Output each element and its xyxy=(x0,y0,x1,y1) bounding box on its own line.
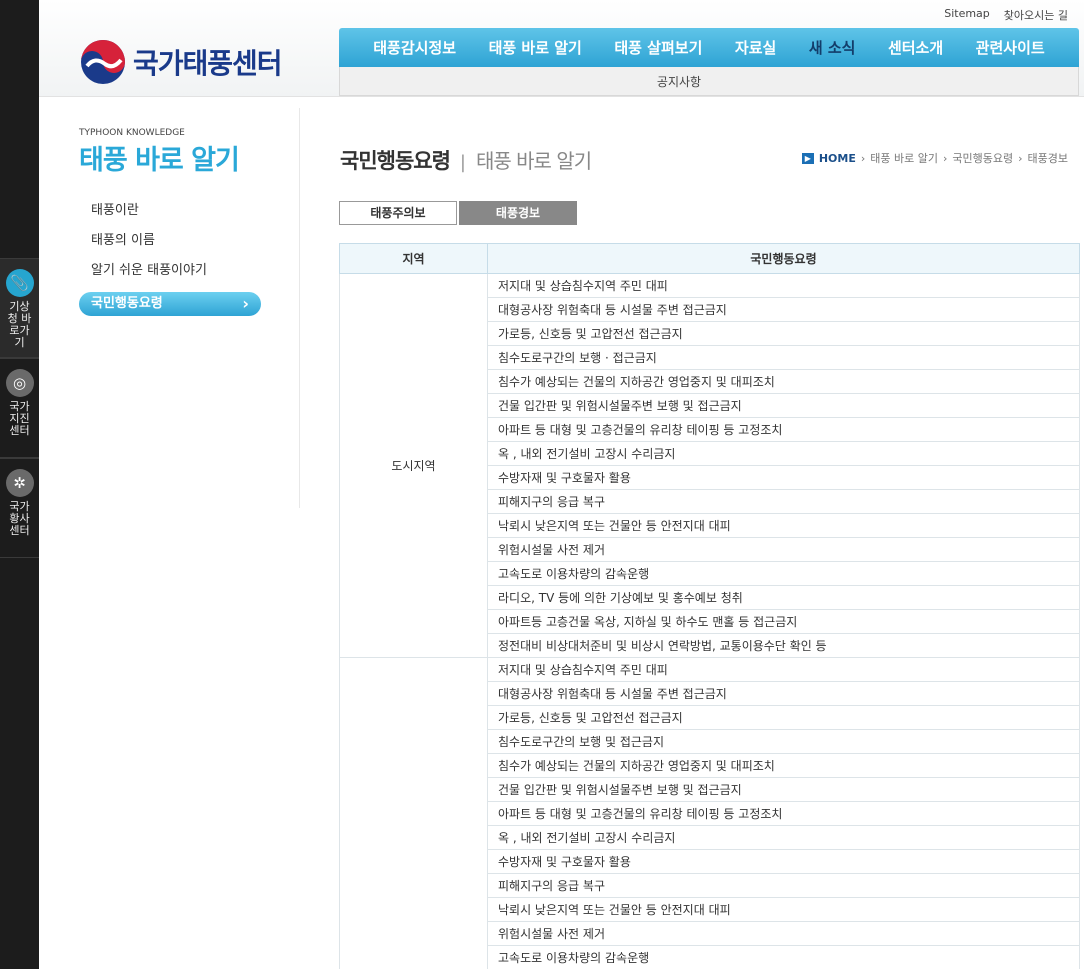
action-cell: 고속도로 이용차량의 감속운행 xyxy=(487,561,1080,586)
main-navigation: 태풍감시정보 태풍 바로 알기 태풍 살펴보기 자료실 새 소식 센터소개 관련사이트 xyxy=(339,28,1079,67)
chevron-right-icon: › xyxy=(942,151,948,165)
action-cell: 고속도로 이용차량의 감속운행 xyxy=(487,945,1080,969)
home-icon: ▶ xyxy=(801,152,814,164)
action-cell: 피해지구의 응급 복구 xyxy=(487,873,1080,898)
sidebar-item-2[interactable]: 알기 쉬운 태풍이야기 xyxy=(79,260,261,290)
sidebar-item-0[interactable]: 태풍이란 xyxy=(79,200,261,230)
action-cell: 건물 입간판 및 위험시설물주변 보행 및 접근금지 xyxy=(487,393,1080,418)
action-cell: 라디오, TV 등에 의한 기상예보 및 홍수예보 청취 xyxy=(487,585,1080,610)
logo-text: 국가태풍센터 xyxy=(133,47,283,80)
action-cell: 대형공사장 위험축대 등 시설물 주변 접근금지 xyxy=(487,681,1080,706)
site-logo[interactable]: 국가태풍센터 xyxy=(79,38,283,86)
chevron-right-icon: › xyxy=(860,151,866,165)
quick-link-bar: 📎 기상청 바로가기 ◎ 국가 지진센터 ✲ 국가 황사센터 xyxy=(0,0,39,969)
action-cell: 피해지구의 응급 복구 xyxy=(487,489,1080,514)
gnb-item-4[interactable]: 새 소식 xyxy=(809,37,856,58)
subnav-notice[interactable]: 공지사항 xyxy=(657,73,701,90)
action-cell: 위험시설물 사전 제거 xyxy=(487,921,1080,946)
table-header-row: 지역 국민행동요령 xyxy=(339,243,1080,274)
page-title: 국민행동요령 xyxy=(340,149,451,173)
action-cell: 수방자재 및 구호물자 활용 xyxy=(487,465,1080,490)
sub-navigation: 공지사항 xyxy=(339,67,1079,96)
region-cell: 도시지역 xyxy=(339,273,488,658)
action-cell: 옥 , 내외 전기설비 고장시 수리금지 xyxy=(487,825,1080,850)
taegeuk-logo-icon xyxy=(81,40,125,84)
action-cell: 위험시설물 사전 제거 xyxy=(487,537,1080,562)
action-cell: 대형공사장 위험축대 등 시설물 주변 접근금지 xyxy=(487,297,1080,322)
quick-link-0[interactable]: 📎 기상청 바로가기 xyxy=(0,258,39,358)
sidebar-eyebrow: TYPHOON KNOWLEDGE xyxy=(79,128,185,138)
action-cell: 건물 입간판 및 위험시설물주변 보행 및 접근금지 xyxy=(487,777,1080,802)
header-actions: 국민행동요령 xyxy=(487,243,1080,274)
action-cell: 가로등, 신호등 및 고압전선 접근금지 xyxy=(487,321,1080,346)
action-cell: 아파트 등 대형 및 고층건물의 유리창 테이핑 등 고정조치 xyxy=(487,801,1080,826)
table-row: 저지대 및 상습침수지역 주민 대피 xyxy=(339,657,1080,969)
header-region: 지역 xyxy=(339,243,488,274)
action-cell: 옥 , 내외 전기설비 고장시 수리금지 xyxy=(487,441,1080,466)
title-separator: | xyxy=(459,152,466,173)
gnb-item-5[interactable]: 센터소개 xyxy=(888,37,943,58)
gnb-item-3[interactable]: 자료실 xyxy=(735,37,776,58)
action-cell: 침수도로구간의 보행 · 접근금지 xyxy=(487,345,1080,370)
table-row: 도시지역 저지대 및 상습침수지역 주민 대피 xyxy=(339,273,1080,658)
quick-link-label: 국가 지진센터 xyxy=(9,400,30,437)
quick-link-label: 기상청 바로가기 xyxy=(7,300,32,349)
action-guide-table: 지역 국민행동요령 도시지역 저지대 및 상습침수지역 주민 대피 대형공사장 위험… xyxy=(339,243,1080,969)
directions-link[interactable]: 찾아오시는 길 xyxy=(1004,7,1068,23)
gnb-item-0[interactable]: 태풍감시정보 xyxy=(373,37,456,58)
breadcrumb-item[interactable]: 태풍 바로 알기 xyxy=(870,150,938,166)
action-cell: 침수가 예상되는 건물의 지하공간 영업중지 및 대피조치 xyxy=(487,753,1080,778)
flower-icon: ✲ xyxy=(5,469,34,497)
action-cell: 저지대 및 상습침수지역 주민 대피 xyxy=(487,273,1080,298)
page-heading: 국민행동요령 | 태풍 바로 알기 xyxy=(340,145,592,175)
action-cell: 아파트 등 대형 및 고층건물의 유리창 테이핑 등 고정조치 xyxy=(487,417,1080,442)
tabs: 태풍주의보 태풍경보 xyxy=(339,201,577,225)
action-cell: 아파트등 고층건물 옥상, 지하실 및 하수도 맨홀 등 접근금지 xyxy=(487,609,1080,634)
sitemap-link[interactable]: Sitemap xyxy=(944,7,990,23)
sidebar-item-1[interactable]: 태풍의 이름 xyxy=(79,230,261,260)
action-cell: 가로등, 신호등 및 고압전선 접근금지 xyxy=(487,705,1080,730)
utility-links: Sitemap 찾아오시는 길 xyxy=(944,7,1068,23)
action-cell: 저지대 및 상습침수지역 주민 대피 xyxy=(487,657,1080,682)
breadcrumb-home[interactable]: HOME xyxy=(819,152,856,165)
sidebar-title: 태풍 바로 알기 xyxy=(79,145,240,176)
action-cell: 낙뢰시 낮은지역 또는 건물안 등 안전지대 대피 xyxy=(487,513,1080,538)
action-cell: 침수도로구간의 보행 및 접근금지 xyxy=(487,729,1080,754)
chevron-right-icon: › xyxy=(1018,151,1023,165)
gnb-item-2[interactable]: 태풍 살펴보기 xyxy=(614,37,702,58)
gnb-item-6[interactable]: 관련사이트 xyxy=(976,37,1045,58)
sidebar-menu: 태풍이란 태풍의 이름 알기 쉬운 태풍이야기 국민행동요령 xyxy=(79,200,261,316)
action-cell: 정전대비 비상대처준비 및 비상시 연락방법, 교통이용수단 확인 등 xyxy=(487,633,1080,658)
breadcrumb-item[interactable]: 태풍경보 xyxy=(1028,150,1068,166)
quick-link-1[interactable]: ◎ 국가 지진센터 xyxy=(0,358,39,458)
breadcrumb-item[interactable]: 국민행동요령 xyxy=(952,150,1013,166)
page-subtitle: 태풍 바로 알기 xyxy=(476,149,592,173)
target-icon: ◎ xyxy=(5,369,34,397)
quick-link-2[interactable]: ✲ 국가 황사센터 xyxy=(0,458,39,558)
action-cell: 낙뢰시 낮은지역 또는 건물안 등 안전지대 대피 xyxy=(487,897,1080,922)
tab-1[interactable]: 태풍경보 xyxy=(459,201,577,225)
header: Sitemap 찾아오시는 길 국가태풍센터 태풍감시정보 태풍 바로 알기 태풍 … xyxy=(39,0,1084,97)
tab-0[interactable]: 태풍주의보 xyxy=(339,201,457,225)
sidebar: TYPHOON KNOWLEDGE 태풍 바로 알기 태풍이란 태풍의 이름 알기 … xyxy=(39,108,300,508)
action-cell: 수방자재 및 구호물자 활용 xyxy=(487,849,1080,874)
sidebar-item-3[interactable]: 국민행동요령 xyxy=(79,292,261,316)
gnb-item-1[interactable]: 태풍 바로 알기 xyxy=(489,37,582,58)
breadcrumb: ▶ HOME › 태풍 바로 알기 › 국민행동요령 › 태풍경보 xyxy=(801,150,1068,166)
quick-link-label: 국가 황사센터 xyxy=(9,500,30,537)
action-cell: 침수가 예상되는 건물의 지하공간 영업중지 및 대피조치 xyxy=(487,369,1080,394)
paperclip-icon: 📎 xyxy=(5,269,34,297)
region-cell xyxy=(339,657,488,969)
